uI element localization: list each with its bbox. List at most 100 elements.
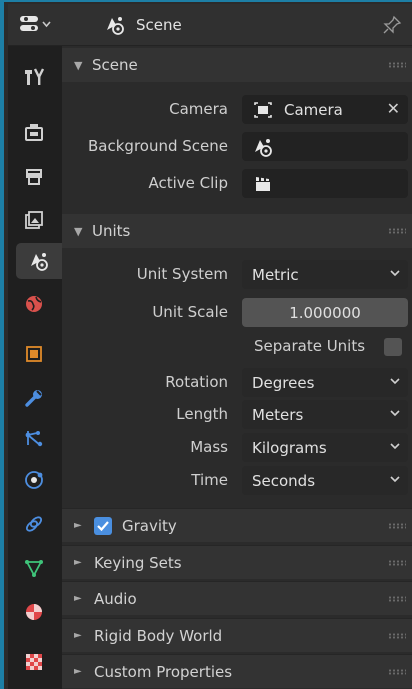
separate-units-checkbox[interactable]	[384, 338, 402, 356]
unit-system-value: Metric	[252, 265, 299, 284]
tab-output[interactable]	[16, 158, 52, 194]
rotation-row: Rotation Degrees	[62, 368, 412, 398]
panel-header-audio[interactable]: ► Audio	[62, 581, 412, 615]
mass-row: Mass Kilograms	[62, 433, 412, 463]
unit-scale-input[interactable]: 1.000000	[242, 298, 408, 327]
panel-title-rigid-body-world: Rigid Body World	[94, 626, 223, 645]
unit-system-row: Unit System Metric	[62, 260, 412, 290]
time-dropdown[interactable]: Seconds	[242, 466, 408, 495]
panel-header-custom-properties[interactable]: ► Custom Properties	[62, 654, 412, 688]
material-icon	[26, 604, 42, 620]
properties-tabs	[8, 46, 62, 689]
mass-dropdown[interactable]: Kilograms	[242, 433, 408, 462]
constraints-icon	[25, 516, 43, 532]
panel-header-units[interactable]: ▼ Units	[62, 214, 412, 248]
scene-icon	[107, 17, 124, 35]
output-printer-icon	[26, 169, 42, 185]
panel-title-gravity: Gravity	[122, 516, 177, 535]
rotation-label: Rotation	[165, 373, 228, 391]
tab-object[interactable]	[16, 336, 52, 372]
context-path: Scene	[104, 14, 182, 36]
collapse-triangle-icon: ▼	[74, 58, 83, 72]
drag-handle-icon[interactable]	[388, 523, 406, 529]
background-scene-row: Background Scene	[62, 132, 412, 162]
tab-constraints[interactable]	[16, 506, 52, 542]
camera-field[interactable]: Camera ✕	[242, 95, 408, 124]
length-row: Length Meters	[62, 400, 412, 430]
tab-view-layer[interactable]	[16, 202, 52, 238]
tool-settings-icon	[25, 68, 45, 85]
scene-icon	[255, 138, 272, 157]
view-layer-icon	[25, 211, 43, 229]
pin-button[interactable]	[382, 15, 402, 35]
tab-particles[interactable]	[16, 420, 52, 456]
clear-camera-icon[interactable]: ✕	[387, 99, 400, 118]
chevron-down-icon	[390, 443, 400, 450]
tab-material[interactable]	[16, 594, 52, 630]
collapse-triangle-icon: ▼	[74, 224, 83, 238]
drag-handle-icon[interactable]	[388, 560, 406, 566]
tab-texture[interactable]	[16, 644, 52, 680]
drag-handle-icon[interactable]	[388, 669, 406, 675]
camera-row: Camera Camera ✕	[62, 95, 412, 125]
panel-header-gravity[interactable]: ► Gravity	[62, 508, 412, 542]
separate-units-row: Separate Units	[62, 332, 412, 362]
tab-render[interactable]	[16, 114, 52, 150]
length-label: Length	[176, 405, 228, 423]
panel-header-scene[interactable]: ▼ Scene	[62, 48, 412, 82]
properties-header: Scene	[8, 4, 412, 46]
expand-triangle-icon: ►	[74, 630, 82, 641]
gravity-checkbox[interactable]	[94, 516, 112, 535]
unit-system-dropdown[interactable]: Metric	[242, 260, 408, 289]
checkmark-icon	[97, 520, 109, 531]
tab-tool[interactable]	[16, 58, 52, 94]
panel-header-rigid-body-world[interactable]: ► Rigid Body World	[62, 618, 412, 652]
active-clip-row: Active Clip	[62, 169, 412, 199]
length-dropdown[interactable]: Meters	[242, 400, 408, 429]
mesh-data-icon	[25, 560, 43, 577]
tab-modifiers[interactable]	[16, 380, 52, 416]
unit-scale-value: 1.000000	[289, 303, 361, 322]
object-icon	[26, 346, 42, 362]
chevron-down-icon	[390, 378, 400, 385]
separate-units-label: Separate Units	[254, 337, 366, 355]
unit-system-label: Unit System	[136, 265, 228, 283]
particles-icon	[25, 431, 43, 447]
time-row: Time Seconds	[62, 466, 412, 496]
mass-label: Mass	[190, 438, 228, 456]
chevron-down-icon	[390, 476, 400, 483]
drag-handle-icon[interactable]	[388, 62, 406, 68]
world-icon	[26, 296, 42, 312]
unit-scale-row: Unit Scale 1.000000	[62, 298, 412, 328]
drag-handle-icon[interactable]	[388, 596, 406, 602]
render-camera-icon	[25, 124, 43, 141]
expand-triangle-icon: ►	[74, 593, 82, 604]
movie-clip-icon	[256, 176, 270, 191]
panel-title-scene: Scene	[92, 56, 138, 74]
background-scene-field[interactable]	[242, 132, 408, 161]
rotation-value: Degrees	[252, 373, 315, 392]
expand-triangle-icon: ►	[74, 557, 82, 568]
drag-handle-icon[interactable]	[388, 228, 406, 234]
camera-label: Camera	[169, 100, 228, 118]
tab-scene[interactable]	[16, 243, 62, 279]
wrench-icon	[25, 390, 42, 407]
time-value: Seconds	[252, 471, 316, 490]
chevron-down-icon	[390, 270, 400, 277]
active-clip-field[interactable]	[242, 169, 408, 198]
mass-value: Kilograms	[252, 438, 327, 457]
panel-title-custom-properties: Custom Properties	[94, 662, 233, 681]
editor-type-selector[interactable]	[18, 13, 54, 37]
rotation-dropdown[interactable]: Degrees	[242, 368, 408, 397]
tab-data[interactable]	[16, 550, 52, 586]
panel-header-keying-sets[interactable]: ► Keying Sets	[62, 545, 412, 579]
properties-editor-icon	[20, 16, 51, 31]
properties-content: ▼ Scene Camera Camera ✕ Background Scene	[62, 46, 412, 689]
tab-physics[interactable]	[16, 462, 52, 498]
physics-icon	[25, 471, 43, 489]
properties-editor: Scene ▼ Scene Camera Camera ✕ Background…	[0, 0, 412, 689]
panel-title-keying-sets: Keying Sets	[94, 553, 182, 572]
drag-handle-icon[interactable]	[388, 633, 406, 639]
context-title: Scene	[136, 16, 182, 34]
tab-world[interactable]	[16, 286, 52, 322]
